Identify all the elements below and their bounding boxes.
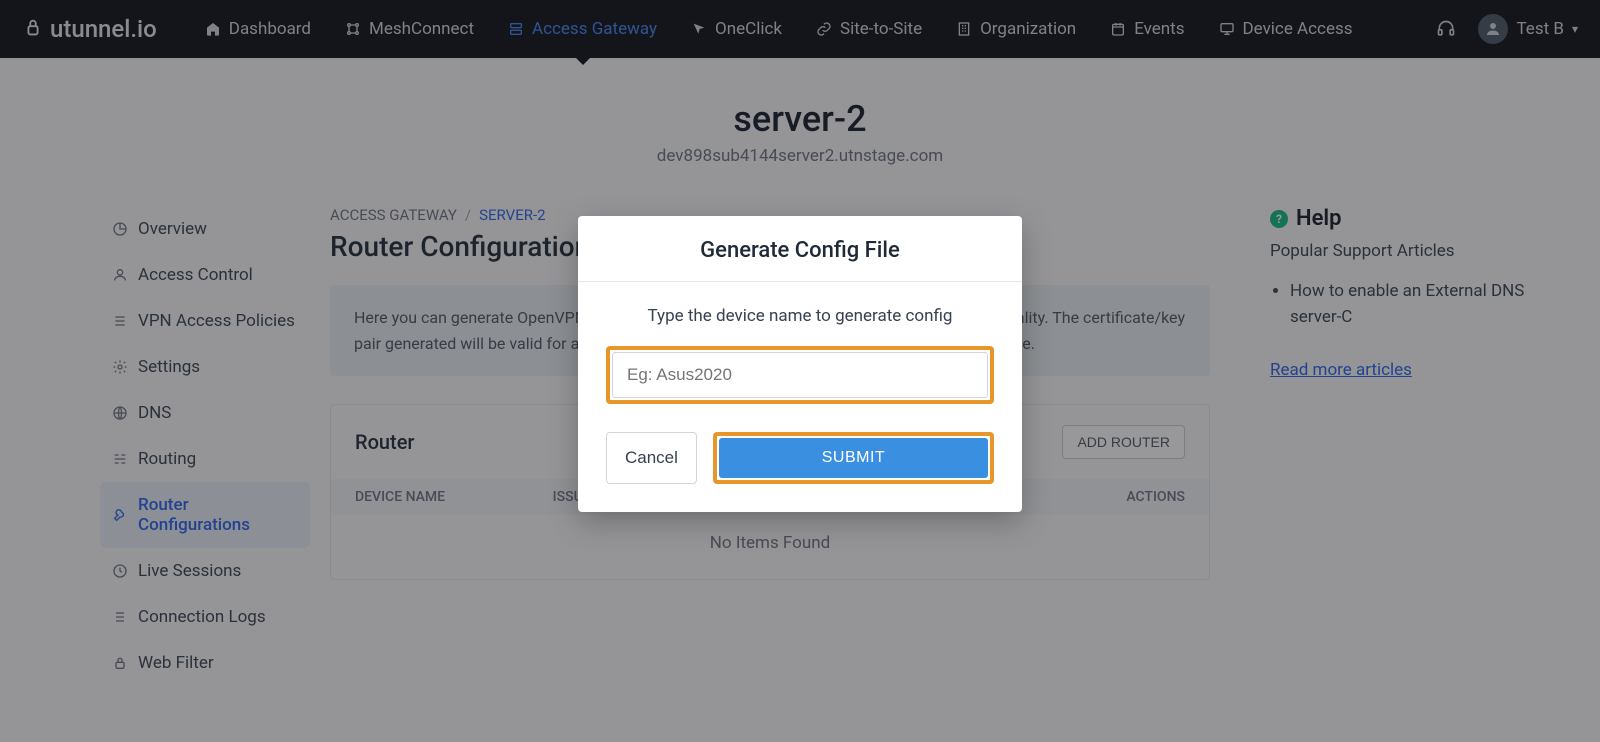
- cancel-button[interactable]: Cancel: [606, 432, 697, 484]
- generate-config-modal: Generate Config File Type the device nam…: [578, 216, 1022, 512]
- submit-button[interactable]: SUBMIT: [719, 438, 988, 478]
- modal-title: Generate Config File: [578, 216, 1022, 282]
- submit-button-highlight: SUBMIT: [713, 432, 994, 484]
- modal-backdrop[interactable]: Generate Config File Type the device nam…: [0, 0, 1600, 742]
- device-name-input[interactable]: [612, 352, 988, 398]
- modal-prompt: Type the device name to generate config: [606, 306, 994, 326]
- device-name-input-highlight: [606, 346, 994, 404]
